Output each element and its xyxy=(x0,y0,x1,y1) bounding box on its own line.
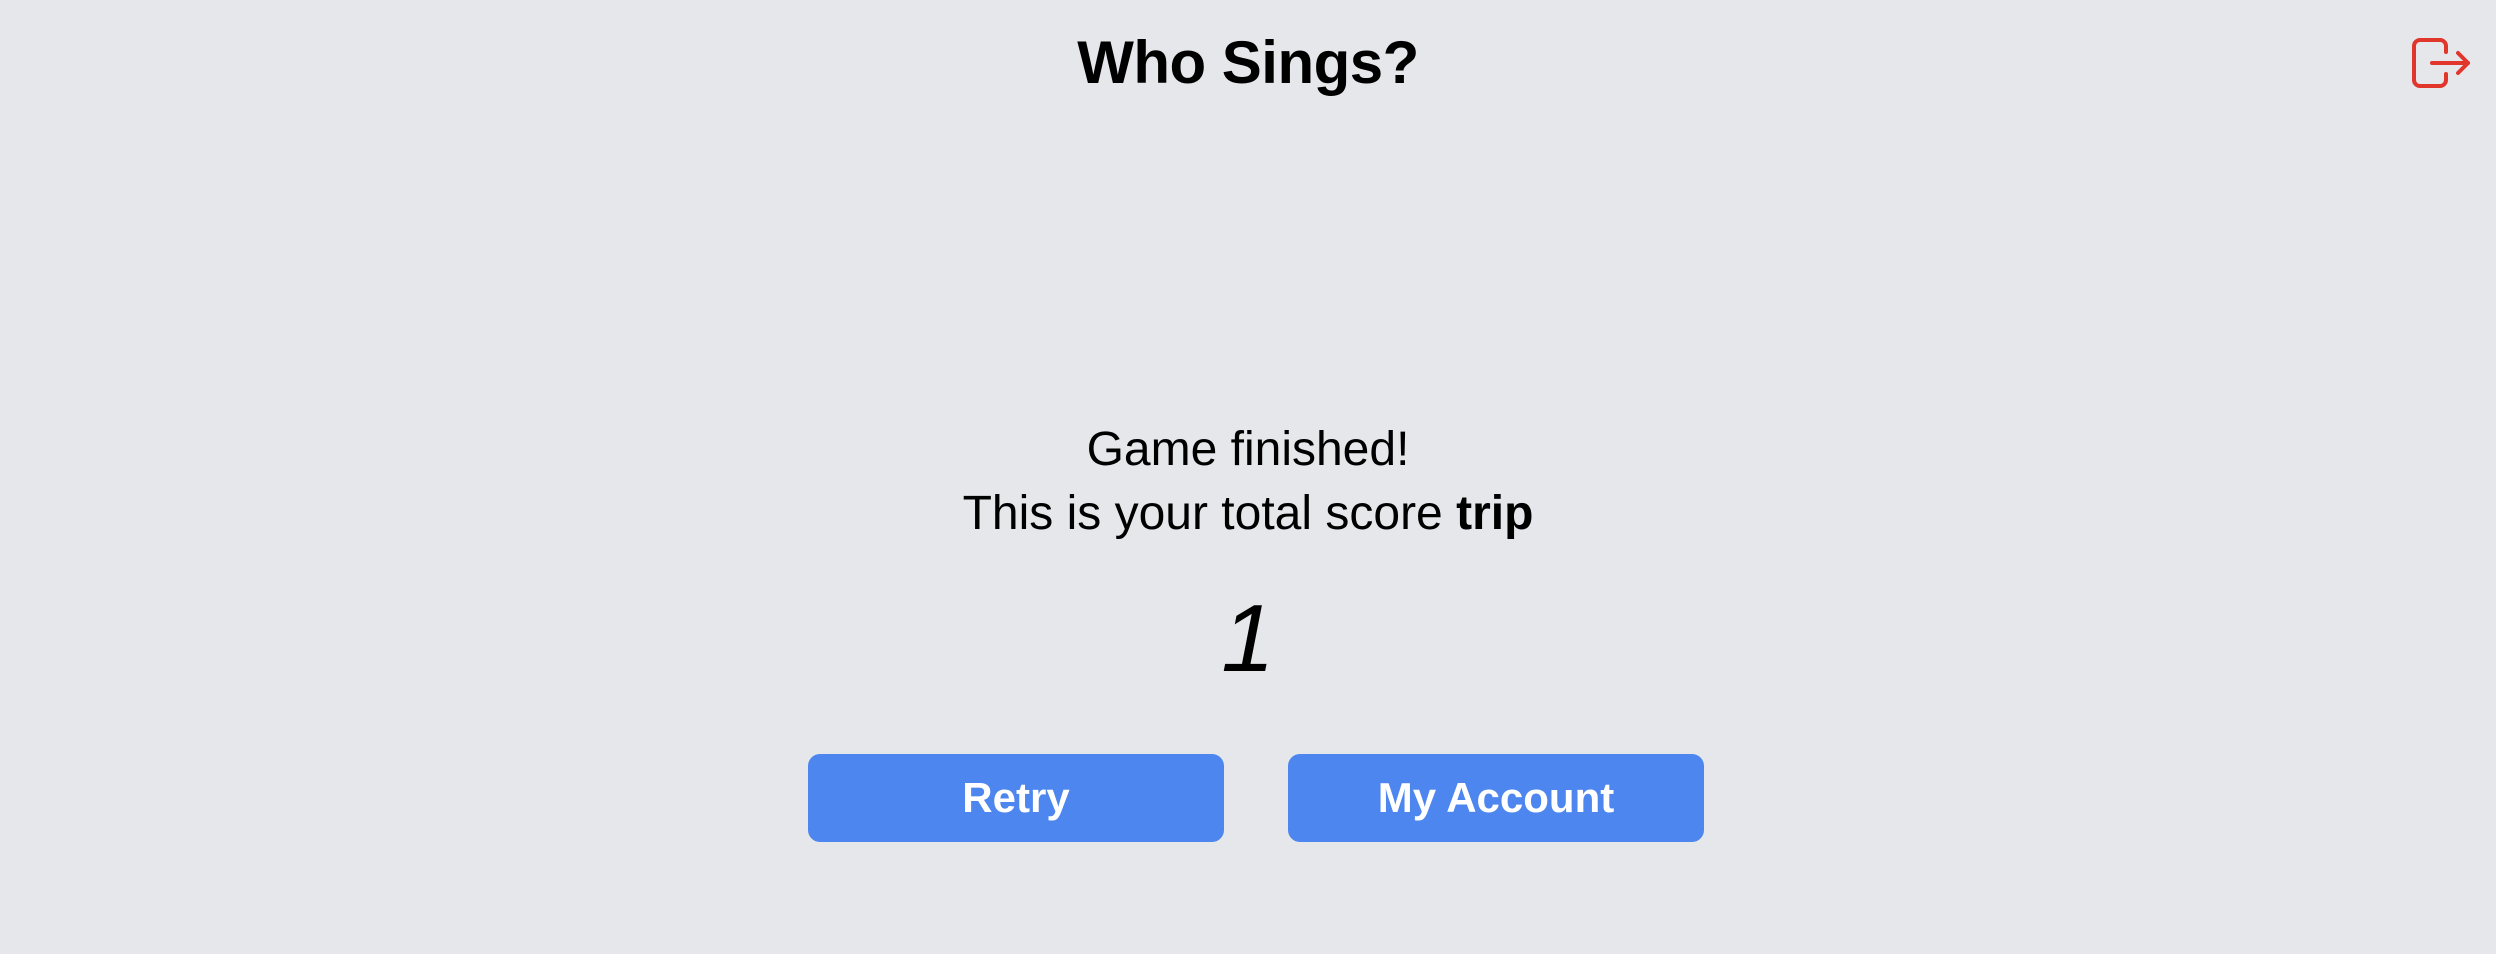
app-title: Who Sings? xyxy=(1077,29,1419,96)
game-finished-text: Game finished! xyxy=(1086,423,1410,476)
result-panel: Game finished! This is your total score … xyxy=(0,418,2496,546)
total-score: 1 xyxy=(1221,585,1275,692)
logout-icon xyxy=(2412,38,2470,88)
my-account-button[interactable]: My Account xyxy=(1288,754,1704,842)
retry-button[interactable]: Retry xyxy=(808,754,1224,842)
score-message: This is your total score trip xyxy=(0,482,2496,546)
username: trip xyxy=(1456,487,1534,540)
logout-button[interactable] xyxy=(2408,34,2474,92)
score-message-text: This is your total score xyxy=(962,487,1443,540)
